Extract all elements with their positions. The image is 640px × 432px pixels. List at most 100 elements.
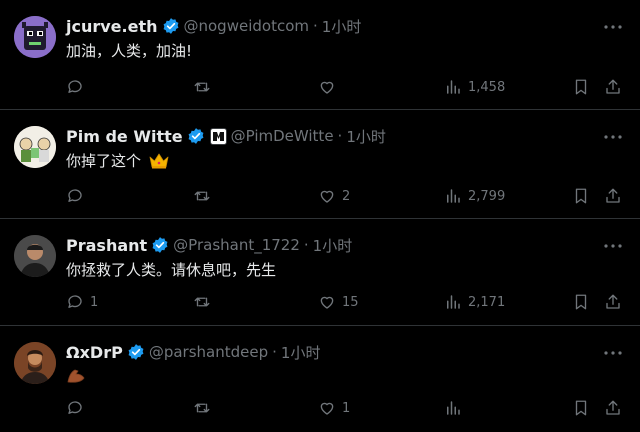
heart-icon xyxy=(320,296,334,309)
bookmark-icon xyxy=(575,400,587,416)
analytics-icon xyxy=(447,295,460,309)
heart-icon xyxy=(320,402,334,415)
retweet-button[interactable] xyxy=(192,184,218,208)
reply-icon xyxy=(68,295,82,308)
reply-button[interactable]: 1 xyxy=(66,290,98,314)
views-button[interactable]: 1,458 xyxy=(444,75,505,99)
display-name[interactable]: Pim de Witte xyxy=(66,127,183,146)
bookmark-button[interactable] xyxy=(572,184,590,208)
reply-button[interactable] xyxy=(66,184,90,208)
views-count: 2,799 xyxy=(468,188,506,204)
tweet-text: 你拯救了人类。请休息吧，先生 xyxy=(66,259,276,280)
like-count: 2 xyxy=(342,188,351,204)
tweet[interactable]: jcurve.eth @nogweidotcom · 1小时 加油，人类，加油! xyxy=(0,0,640,110)
share-button[interactable] xyxy=(604,290,622,314)
tweet-text xyxy=(66,366,86,384)
bookmark-button[interactable] xyxy=(572,396,590,420)
tweet-text: 你掉了这个 xyxy=(66,150,169,171)
user-handle[interactable]: @Prashant_1722 xyxy=(173,236,300,254)
analytics-icon xyxy=(447,80,460,94)
retweet-button[interactable] xyxy=(192,396,218,420)
bookmark-icon xyxy=(575,79,587,95)
avatar[interactable] xyxy=(14,342,56,384)
avatar[interactable] xyxy=(14,235,56,277)
retweet-button[interactable] xyxy=(192,290,218,314)
tweet[interactable]: Prashant @Prashant_1722 · 1小时 你拯救了人类。请休息… xyxy=(0,219,640,326)
share-icon xyxy=(606,79,620,94)
tweet-text-content: 你拯救了人类。请休息吧，先生 xyxy=(66,261,277,279)
verified-badge-icon xyxy=(151,236,169,254)
action-bar: 1 15 2,171 xyxy=(0,290,640,314)
like-button[interactable]: 15 xyxy=(318,290,359,314)
analytics-icon xyxy=(447,189,460,203)
separator: · xyxy=(313,17,318,35)
tweet[interactable]: ΩxDrP @parshantdeep · 1小时 1 xyxy=(0,326,640,432)
share-button[interactable] xyxy=(604,396,622,420)
tweet-text-content: 加油，人类，加油! xyxy=(66,42,193,60)
views-button[interactable]: 2,171 xyxy=(444,290,505,314)
like-count: 15 xyxy=(342,294,359,310)
like-count: 1 xyxy=(342,400,351,416)
more-options-icon[interactable] xyxy=(602,16,624,38)
share-button[interactable] xyxy=(604,184,622,208)
display-name[interactable]: jcurve.eth xyxy=(66,17,158,36)
tweet-feed: jcurve.eth @nogweidotcom · 1小时 加油，人类，加油! xyxy=(0,0,640,432)
reply-icon xyxy=(68,401,82,414)
views-button[interactable]: 2,799 xyxy=(444,184,505,208)
retweet-icon xyxy=(194,82,210,92)
retweet-icon xyxy=(194,297,210,307)
display-name[interactable]: ΩxDrP xyxy=(66,343,123,362)
timestamp[interactable]: 1小时 xyxy=(346,126,386,147)
bookmark-icon xyxy=(575,294,587,310)
reply-button[interactable] xyxy=(66,75,90,99)
share-icon xyxy=(606,188,620,203)
more-options-icon[interactable] xyxy=(602,342,624,364)
tweet-text-content: 你掉了这个 xyxy=(66,152,142,170)
more-options-icon[interactable] xyxy=(602,235,624,257)
tweet-text: 加油，人类，加油! xyxy=(66,40,192,61)
bookmark-button[interactable] xyxy=(572,290,590,314)
analytics-icon xyxy=(447,401,460,415)
crown-emoji-icon xyxy=(149,153,169,169)
like-button[interactable] xyxy=(318,75,342,99)
retweet-icon xyxy=(194,403,210,413)
action-bar: 2 2,799 xyxy=(0,184,640,208)
retweet-icon xyxy=(194,191,210,201)
verified-badge-icon xyxy=(187,127,205,145)
user-handle[interactable]: @PimDeWitte xyxy=(231,127,334,145)
share-button[interactable] xyxy=(604,75,622,99)
views-count: 2,171 xyxy=(468,294,506,310)
timestamp[interactable]: 1小时 xyxy=(281,342,321,363)
separator: · xyxy=(337,127,343,145)
flexed-biceps-emoji-icon xyxy=(66,366,86,384)
tweet[interactable]: Pim de Witte @PimDeWitte · 1小时 你掉了这个 2 2… xyxy=(0,110,640,219)
views-button[interactable] xyxy=(444,396,468,420)
timestamp[interactable]: 1小时 xyxy=(313,235,353,256)
like-button[interactable]: 1 xyxy=(318,396,350,420)
heart-icon xyxy=(320,190,334,203)
more-options-icon[interactable] xyxy=(602,126,624,148)
user-handle[interactable]: @parshantdeep xyxy=(149,343,268,361)
reply-icon xyxy=(68,189,82,202)
views-count: 1,458 xyxy=(468,79,506,95)
share-icon xyxy=(606,294,620,309)
retweet-button[interactable] xyxy=(192,75,218,99)
separator: · xyxy=(303,236,309,254)
display-name[interactable]: Prashant xyxy=(66,236,147,255)
user-handle[interactable]: @nogweidotcom xyxy=(184,17,310,35)
bookmark-button[interactable] xyxy=(572,75,590,99)
reply-count: 1 xyxy=(90,294,99,310)
heart-icon xyxy=(320,81,334,94)
affiliation-badge-icon[interactable] xyxy=(209,127,227,145)
share-icon xyxy=(606,400,620,415)
avatar[interactable] xyxy=(14,126,56,168)
action-bar: 1 xyxy=(0,396,640,420)
avatar[interactable] xyxy=(14,16,56,58)
verified-badge-icon xyxy=(162,17,180,35)
like-button[interactable]: 2 xyxy=(318,184,350,208)
reply-button[interactable] xyxy=(66,396,90,420)
action-bar: 1,458 xyxy=(0,75,640,99)
separator: · xyxy=(272,343,277,361)
timestamp[interactable]: 1小时 xyxy=(322,16,362,37)
bookmark-icon xyxy=(575,188,587,204)
